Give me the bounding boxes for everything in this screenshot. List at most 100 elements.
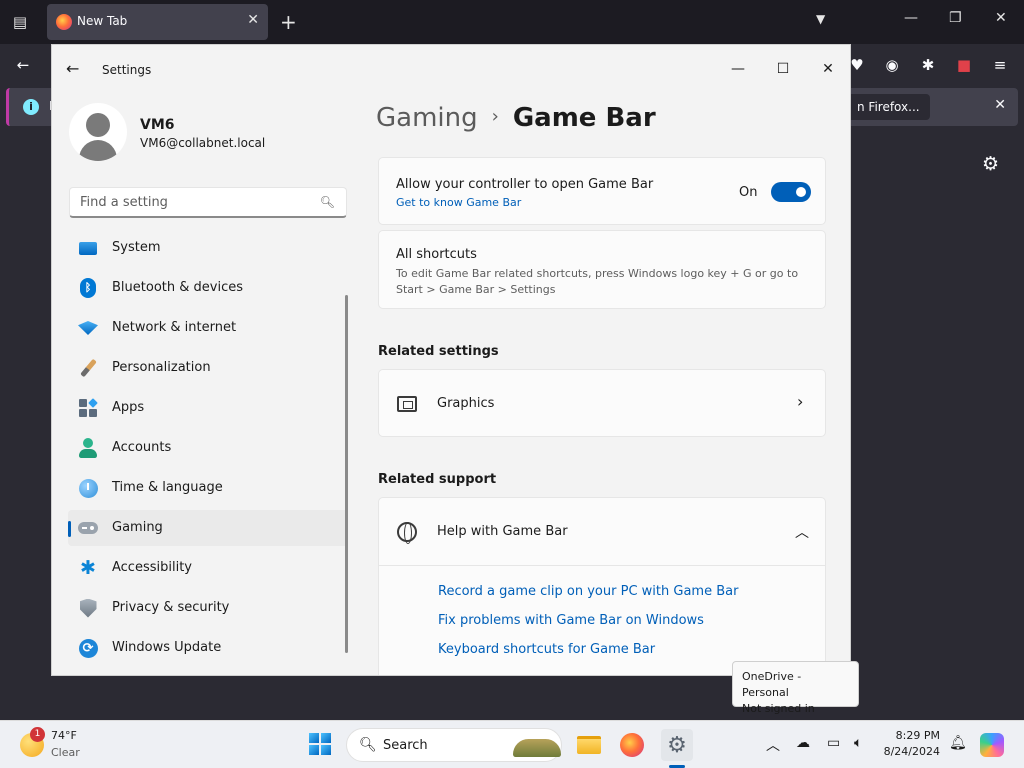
brush-icon xyxy=(78,358,98,378)
network-display-icon[interactable]: ▭ xyxy=(827,735,840,751)
chevron-right-icon: › xyxy=(797,392,804,411)
help-link-record-clip[interactable]: Record a game clip on your PC with Game … xyxy=(438,584,738,601)
settings-nav: System ᛒ Bluetooth & devices Network & i… xyxy=(68,230,348,670)
all-shortcuts-title: All shortcuts xyxy=(396,247,477,262)
page-title: Game Bar xyxy=(512,103,656,133)
sidebar-item-apps[interactable]: Apps xyxy=(68,390,348,426)
copilot-icon[interactable] xyxy=(980,733,1004,757)
notification-close-icon[interactable]: ✕ xyxy=(994,97,1006,113)
breadcrumb-parent[interactable]: Gaming xyxy=(376,103,478,133)
controller-open-game-bar-card: Allow your controller to open Game Bar G… xyxy=(378,157,826,225)
weather-condition: Clear xyxy=(51,746,80,759)
list-tabs-chevron-icon[interactable]: ▼ xyxy=(816,12,825,26)
chevron-up-icon: ︿ xyxy=(795,525,809,541)
notification-bell-icon[interactable]: 🔔︎ xyxy=(949,735,967,751)
help-expander-header[interactable]: Help with Game Bar ︿ xyxy=(379,498,825,566)
maximize-icon[interactable]: ☐ xyxy=(760,53,806,85)
settings-taskbar-icon[interactable]: ⚙ xyxy=(661,729,693,761)
back-arrow-icon[interactable]: ← xyxy=(66,59,79,78)
sidebar-item-time-language[interactable]: Time & language xyxy=(68,470,348,506)
sidebar-item-gaming[interactable]: Gaming xyxy=(68,510,348,546)
shield-icon xyxy=(78,598,98,618)
search-icon: 🔍︎ xyxy=(359,737,377,753)
update-icon: ⟳ xyxy=(78,638,98,658)
sidebar-item-bluetooth[interactable]: ᛒ Bluetooth & devices xyxy=(68,270,348,306)
minimize-icon[interactable]: — xyxy=(904,10,918,26)
notification-action-button[interactable]: n Firefox... xyxy=(847,94,930,120)
file-explorer-icon[interactable] xyxy=(573,729,605,761)
nav-scrollbar[interactable] xyxy=(345,295,348,653)
help-links: Record a game clip on your PC with Game … xyxy=(438,584,738,671)
help-link-keyboard-shortcuts[interactable]: Keyboard shortcuts for Game Bar xyxy=(438,642,738,659)
find-setting-input[interactable]: Find a setting 🔍︎ xyxy=(69,187,347,218)
ublock-icon[interactable]: ■ xyxy=(953,54,975,76)
new-tab-icon[interactable]: + xyxy=(280,10,297,34)
sidebar-item-windows-update[interactable]: ⟳ Windows Update xyxy=(68,630,348,666)
controller-icon xyxy=(78,518,98,538)
apps-icon xyxy=(78,398,98,418)
volume-icon[interactable]: 🔈︎ xyxy=(854,735,862,751)
restore-icon[interactable]: ❐ xyxy=(949,10,962,26)
tooltip-line1: OneDrive - Personal xyxy=(742,670,802,699)
taskbar-search-box[interactable]: 🔍︎ Search xyxy=(346,728,562,762)
sidebar-item-accessibility[interactable]: ✱ Accessibility xyxy=(68,550,348,586)
firefox-tabstrip: ▤ New Tab ✕ + ▼ — ❐ ✕ xyxy=(0,0,1024,44)
sidebar-item-system[interactable]: System xyxy=(68,230,348,266)
all-shortcuts-description: To edit Game Bar related shortcuts, pres… xyxy=(396,267,799,296)
search-highlight-image xyxy=(513,739,561,757)
graphics-label: Graphics xyxy=(437,396,495,411)
taskbar-search-placeholder: Search xyxy=(383,738,428,753)
sidebar-item-accounts[interactable]: Accounts xyxy=(68,430,348,466)
info-icon: i xyxy=(23,99,39,115)
account-icon[interactable]: ◉ xyxy=(881,54,903,76)
weather-badge: 1 xyxy=(30,727,45,742)
graphics-card-icon xyxy=(397,396,417,412)
bluetooth-icon: ᛒ xyxy=(78,278,98,298)
person-icon xyxy=(78,438,98,458)
clock-date: 8/24/2024 xyxy=(883,745,940,758)
monitor-icon xyxy=(78,238,98,258)
related-settings-heading: Related settings xyxy=(378,344,499,359)
back-icon[interactable]: ← xyxy=(12,54,34,76)
tab-title: New Tab xyxy=(77,14,128,28)
onedrive-cloud-icon[interactable]: ☁ xyxy=(796,735,810,751)
profile-email: VM6@collabnet.local xyxy=(140,136,266,150)
sidebar-item-network[interactable]: Network & internet xyxy=(68,310,348,346)
firefox-tab-new-tab[interactable]: New Tab ✕ xyxy=(47,4,268,40)
extensions-icon[interactable]: ✱ xyxy=(917,54,939,76)
close-tab-icon[interactable]: ✕ xyxy=(247,12,259,28)
chevron-right-icon: › xyxy=(491,106,499,127)
show-hidden-icons-chevron-icon[interactable]: ︿ xyxy=(766,735,780,755)
app-title: Settings xyxy=(102,63,152,77)
taskbar-clock[interactable]: 8:29 PM 8/24/2024 xyxy=(880,728,940,760)
help-link-fix-problems[interactable]: Fix problems with Game Bar on Windows xyxy=(438,613,738,630)
person-icon xyxy=(86,113,110,137)
globe-icon xyxy=(397,522,417,544)
minimize-icon[interactable]: — xyxy=(715,53,761,85)
close-icon[interactable]: ✕ xyxy=(805,53,850,85)
accessibility-icon: ✱ xyxy=(80,557,96,579)
breadcrumb: Gaming › Game Bar xyxy=(376,103,656,133)
sidebar-item-privacy[interactable]: Privacy & security xyxy=(68,590,348,626)
firefox-logo-icon xyxy=(56,14,72,30)
profile-name: VM6 xyxy=(140,117,175,133)
controller-toggle[interactable] xyxy=(771,182,811,202)
close-icon[interactable]: ✕ xyxy=(995,10,1007,26)
settings-titlebar: ← Settings — ☐ ✕ xyxy=(52,45,850,93)
firefox-taskbar-icon[interactable] xyxy=(616,729,648,761)
taskbar: 1 74°F Clear 🔍︎ Search ⚙ ︿ ☁ ▭ 🔈︎ 8:29 P… xyxy=(0,720,1024,768)
newtab-settings-gear-icon[interactable]: ⚙ xyxy=(982,153,999,175)
all-shortcuts-card: All shortcuts To edit Game Bar related s… xyxy=(378,230,826,309)
toggle-state-label: On xyxy=(739,185,758,200)
help-with-game-bar-card: Help with Game Bar ︿ Record a game clip … xyxy=(378,497,826,675)
menu-icon[interactable]: ≡ xyxy=(989,54,1011,76)
start-windows-icon[interactable] xyxy=(309,733,331,755)
tooltip-line2: Not signed in xyxy=(742,702,815,715)
clock-time: 8:29 PM xyxy=(895,729,940,742)
graphics-card[interactable]: Graphics › xyxy=(378,369,826,437)
get-to-know-game-bar-link[interactable]: Get to know Game Bar xyxy=(396,196,521,209)
sidebar-item-personalization[interactable]: Personalization xyxy=(68,350,348,386)
tab-overview-icon[interactable]: ▤ xyxy=(8,10,32,34)
search-placeholder: Find a setting xyxy=(80,195,168,210)
weather-temperature: 74°F xyxy=(51,729,77,742)
